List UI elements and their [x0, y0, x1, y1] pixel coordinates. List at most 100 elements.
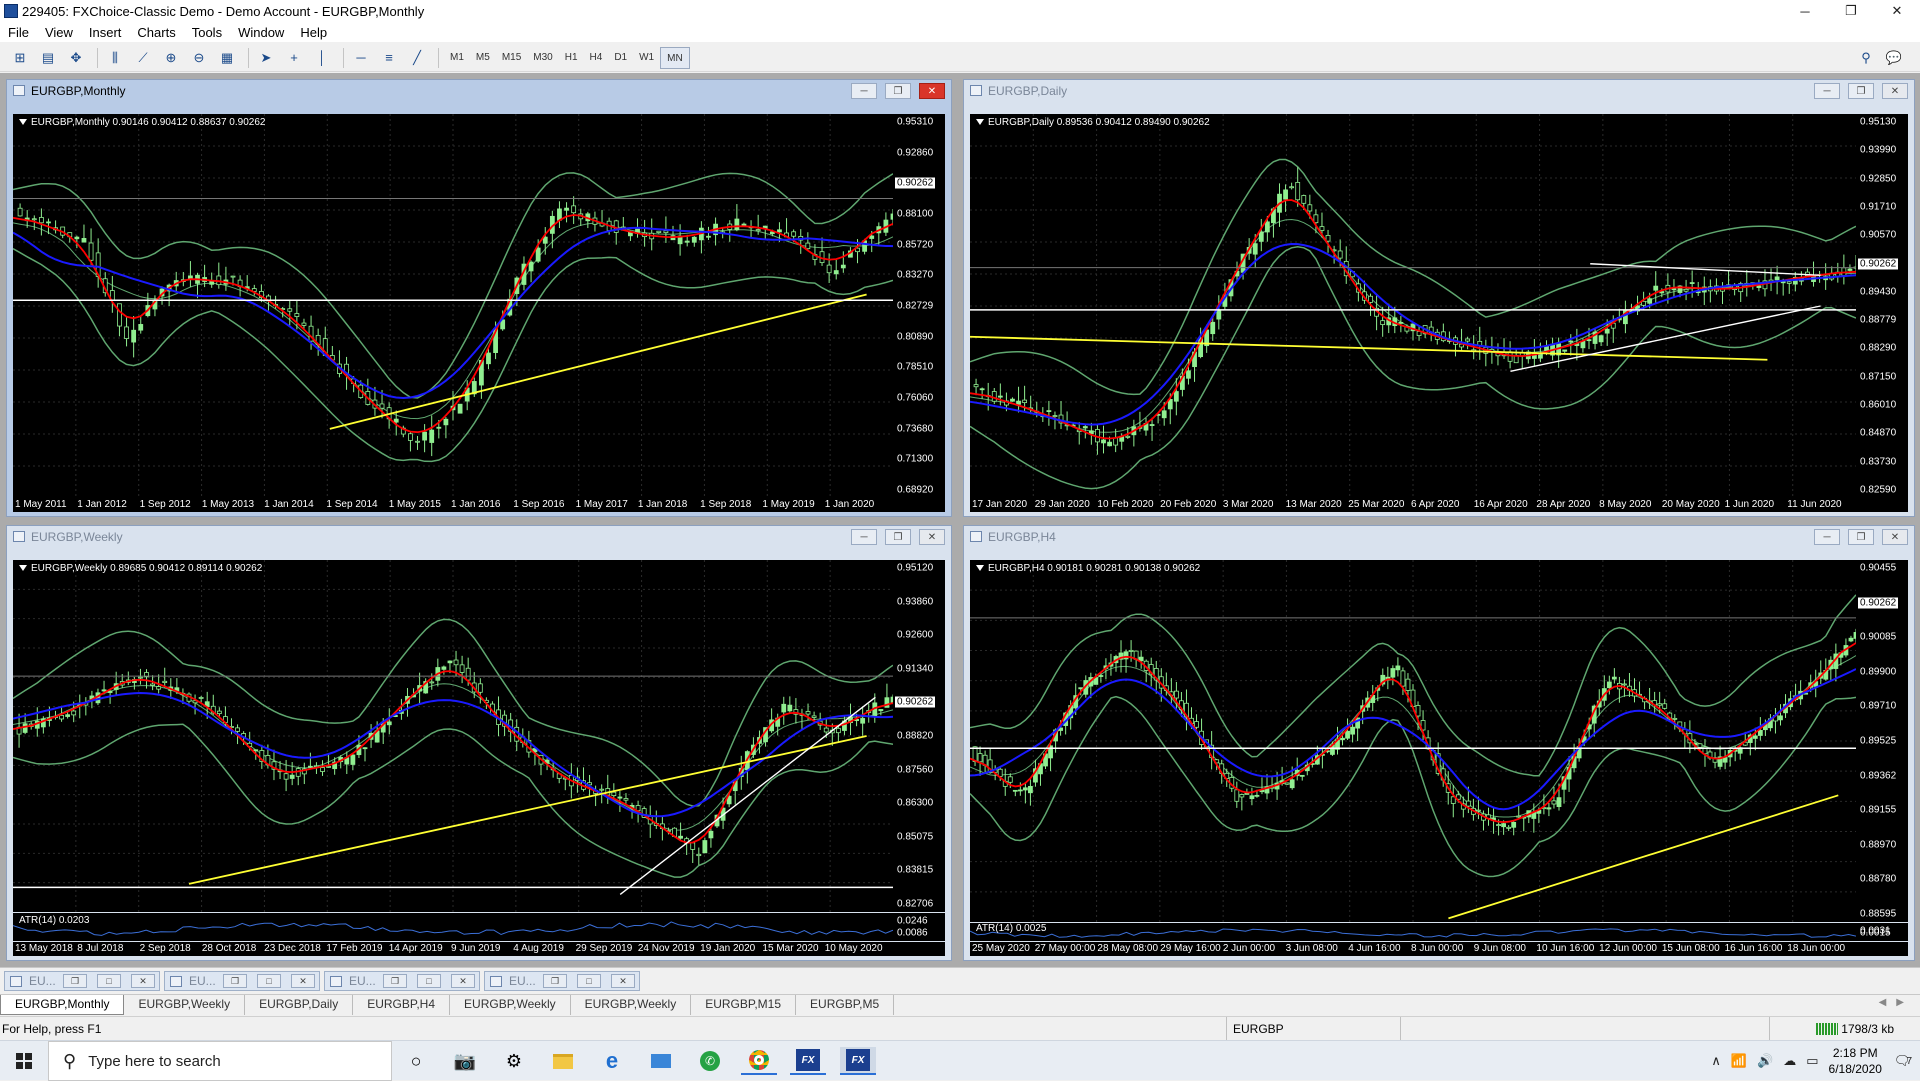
clock[interactable]: 2:18 PM 6/18/2020 [1829, 1045, 1882, 1077]
maximize-icon[interactable]: □ [257, 974, 281, 988]
price-plot[interactable]: EURGBP,Weekly 0.89685 0.90412 0.89114 0.… [13, 560, 893, 912]
timeframe-m15[interactable]: M15 [496, 47, 527, 69]
menu-window[interactable]: Window [230, 25, 292, 40]
price-plot[interactable]: EURGBP,Daily 0.89536 0.90412 0.89490 0.9… [970, 114, 1856, 498]
whatsapp-icon[interactable]: ✆ [692, 1047, 728, 1075]
tray-chevron-icon[interactable]: ∧ [1711, 1053, 1721, 1069]
maximize-icon[interactable]: □ [577, 974, 601, 988]
media-icon[interactable]: 📷 [447, 1047, 483, 1075]
search-icon[interactable]: ⚲ [1854, 47, 1878, 69]
chrome-icon[interactable] [741, 1047, 777, 1075]
close-icon[interactable]: ✕ [451, 974, 475, 988]
maximize-icon[interactable]: □ [417, 974, 441, 988]
atr-subplot[interactable]: ATR(14) 0.0203 [13, 913, 893, 941]
tab-scroll-left-icon[interactable]: ◀ [1879, 997, 1897, 1008]
fxchoice-icon[interactable]: FX [790, 1047, 826, 1075]
price-plot[interactable]: EURGBP,Monthly 0.90146 0.90412 0.88637 0… [13, 114, 893, 498]
chart-maximize-button[interactable]: ❐ [1848, 529, 1874, 545]
chart-window-h4[interactable]: EURGBP,H4 ─ ❐ ✕ EURGBP,H4 0.90181 0.9028… [963, 525, 1915, 961]
timeframe-w1[interactable]: W1 [633, 47, 660, 69]
close-icon[interactable]: ✕ [131, 974, 155, 988]
atr-subplot[interactable]: ATR(14) 0.0025 [970, 923, 1856, 941]
zoom-out-icon[interactable]: ⊖ [187, 47, 211, 69]
chart-maximize-button[interactable]: ❐ [885, 529, 911, 545]
trendline-icon[interactable]: ╱ [405, 47, 429, 69]
timeframe-m30[interactable]: M30 [527, 47, 558, 69]
timeframe-h4[interactable]: H4 [584, 47, 609, 69]
start-button[interactable] [0, 1041, 48, 1081]
collapse-icon[interactable] [976, 119, 984, 125]
tab-eurgbp-m5[interactable]: EURGBP,M5 [796, 995, 895, 1015]
chart-minimize-button[interactable]: ─ [1814, 83, 1840, 99]
crosshair-icon[interactable]: + [282, 47, 306, 69]
collapse-icon[interactable] [19, 565, 27, 571]
tile-windows-icon[interactable]: ▦ [215, 47, 239, 69]
menu-file[interactable]: File [0, 25, 37, 40]
minimize-button[interactable]: ─ [1782, 0, 1828, 22]
minimized-window[interactable]: EU... ❐ □ ✕ [324, 971, 480, 991]
chart-close-button[interactable]: ✕ [1882, 83, 1908, 99]
timeframe-m1[interactable]: M1 [444, 47, 470, 69]
timeframe-mn[interactable]: MN [660, 46, 690, 69]
menu-view[interactable]: View [37, 25, 81, 40]
new-chart-icon[interactable]: ⊞ [8, 47, 32, 69]
file-explorer-icon[interactable] [545, 1047, 581, 1075]
app-icon[interactable]: ⚙ [496, 1047, 532, 1075]
chart-minimize-button[interactable]: ─ [851, 529, 877, 545]
chart-window-weekly[interactable]: EURGBP,Weekly ─ ❐ ✕ EURGBP,Weekly 0.8968… [6, 525, 952, 961]
chart-minimize-button[interactable]: ─ [1814, 529, 1840, 545]
network-icon[interactable]: 📶 [1731, 1053, 1747, 1069]
menu-help[interactable]: Help [292, 25, 335, 40]
timeframe-d1[interactable]: D1 [608, 47, 633, 69]
price-plot[interactable]: EURGBP,H4 0.90181 0.90281 0.90138 0.9026… [970, 560, 1856, 922]
timeframe-m5[interactable]: M5 [470, 47, 496, 69]
maximize-icon[interactable]: □ [97, 974, 121, 988]
chart-maximize-button[interactable]: ❐ [1848, 83, 1874, 99]
horizontal-line-icon[interactable]: ─ [349, 47, 373, 69]
chart-window-daily[interactable]: EURGBP,Daily ─ ❐ ✕ EURGBP,Daily 0.89536 … [963, 79, 1915, 517]
edge-icon[interactable]: e [594, 1047, 630, 1075]
channel-icon[interactable]: ≡ [377, 47, 401, 69]
tab-scroll-right-icon[interactable]: ▶ [1896, 997, 1914, 1008]
minimized-window[interactable]: EU... ❐ □ ✕ [4, 971, 160, 991]
tab-eurgbp-h4[interactable]: EURGBP,H4 [353, 995, 451, 1015]
chart-close-button[interactable]: ✕ [1882, 529, 1908, 545]
tab-eurgbp-weekly-3[interactable]: EURGBP,Weekly [571, 995, 692, 1015]
zoom-in-icon[interactable]: ⊕ [159, 47, 183, 69]
fxchoice-active-icon[interactable]: FX [840, 1047, 876, 1075]
menu-insert[interactable]: Insert [81, 25, 130, 40]
close-icon[interactable]: ✕ [291, 974, 315, 988]
chart-window-monthly[interactable]: EURGBP,Monthly ─ ❐ ✕ EURGBP,Monthly 0.90… [6, 79, 952, 517]
collapse-icon[interactable] [976, 565, 984, 571]
close-icon[interactable]: ✕ [611, 974, 635, 988]
screen-icon[interactable] [643, 1047, 679, 1075]
chat-icon[interactable]: 💬 [1882, 47, 1906, 69]
crosshair-move-icon[interactable]: ✥ [64, 47, 88, 69]
bar-chart-icon[interactable]: ⫼ [103, 47, 127, 69]
chart-maximize-button[interactable]: ❐ [885, 83, 911, 99]
menu-charts[interactable]: Charts [129, 25, 183, 40]
minimized-window[interactable]: EU... ❐ □ ✕ [164, 971, 320, 991]
tab-eurgbp-daily[interactable]: EURGBP,Daily [245, 995, 354, 1015]
timeframe-h1[interactable]: H1 [559, 47, 584, 69]
restore-icon[interactable]: ❐ [63, 974, 87, 988]
restore-icon[interactable]: ❐ [383, 974, 407, 988]
close-button[interactable]: ✕ [1874, 0, 1920, 22]
chart-close-button[interactable]: ✕ [919, 83, 945, 99]
chart-minimize-button[interactable]: ─ [851, 83, 877, 99]
tab-eurgbp-weekly[interactable]: EURGBP,Weekly [124, 995, 246, 1015]
minimized-window[interactable]: EU... ❐ □ ✕ [484, 971, 640, 991]
line-chart-icon[interactable]: ⟋ [131, 47, 155, 69]
battery-icon[interactable]: ▭ [1806, 1053, 1818, 1069]
menu-tools[interactable]: Tools [184, 25, 230, 40]
task-view-icon[interactable]: ○ [398, 1047, 434, 1075]
tab-eurgbp-m15[interactable]: EURGBP,M15 [691, 995, 797, 1015]
tab-eurgbp-monthly[interactable]: EURGBP,Monthly [0, 995, 125, 1015]
vertical-line-icon[interactable]: │ [310, 47, 334, 69]
cursor-icon[interactable]: ➤ [254, 47, 278, 69]
volume-icon[interactable]: 🔊 [1757, 1053, 1773, 1069]
tab-eurgbp-weekly-2[interactable]: EURGBP,Weekly [450, 995, 571, 1015]
chart-close-button[interactable]: ✕ [919, 529, 945, 545]
restore-icon[interactable]: ❐ [223, 974, 247, 988]
restore-icon[interactable]: ❐ [543, 974, 567, 988]
